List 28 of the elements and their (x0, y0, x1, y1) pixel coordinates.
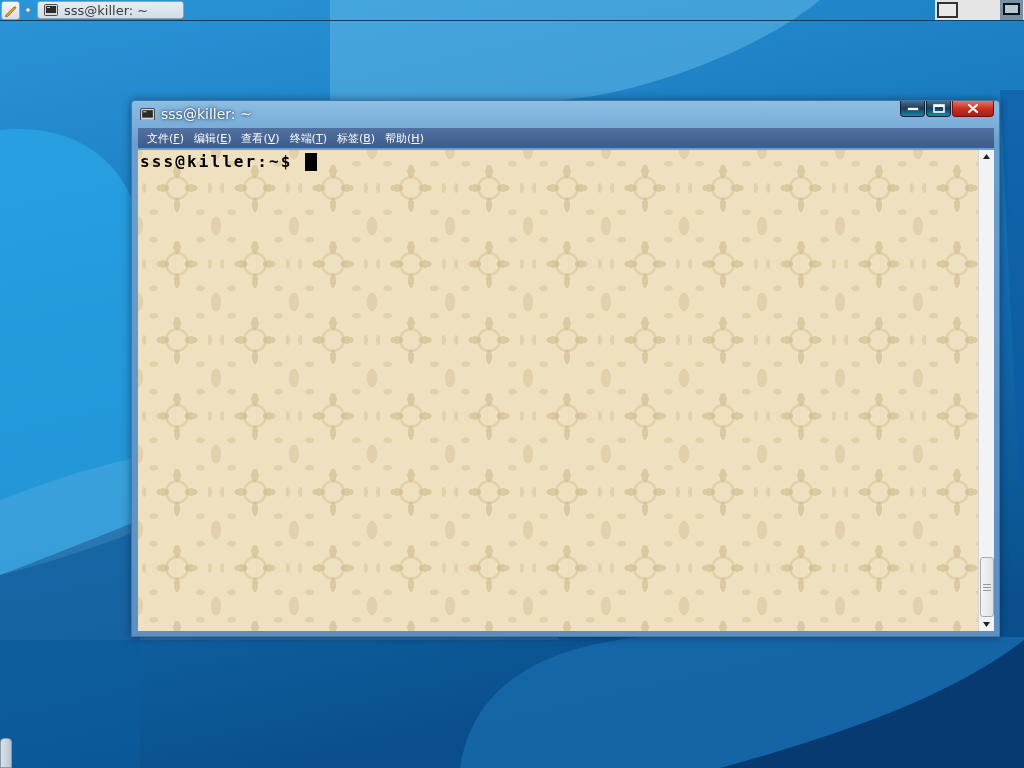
scrollbar[interactable] (978, 150, 994, 631)
pencil-icon (4, 3, 17, 17)
menu-item[interactable]: 编辑(E) (190, 128, 235, 148)
minimize-icon (906, 106, 919, 111)
up-arrow-icon[interactable] (983, 154, 990, 159)
terminal-icon (44, 4, 58, 16)
scrollbar-thumb[interactable] (980, 557, 994, 617)
terminal-icon (140, 107, 155, 121)
menu-item[interactable]: 查看(V) (238, 128, 283, 148)
window-title: sss@killer: ~ (161, 106, 252, 122)
taskbar-button[interactable]: sss@killer: ~ (37, 1, 184, 19)
grip-icon (983, 583, 991, 591)
menu-item[interactable]: 标签(B) (333, 128, 379, 148)
terminal-prompt: sss@killer:~$ (140, 152, 293, 171)
maximize-icon (932, 104, 945, 113)
workspace-button[interactable] (1000, 0, 1023, 20)
dot-icon (25, 7, 31, 13)
menu-item[interactable]: 帮助(H) (382, 128, 427, 148)
text-cursor (304, 152, 317, 171)
minimize-button[interactable] (900, 101, 925, 117)
down-arrow-icon[interactable] (983, 622, 990, 627)
terminal-pane[interactable]: sss@killer:~$ (138, 150, 978, 631)
menu-item[interactable]: 终端(T) (286, 128, 330, 148)
close-button[interactable] (952, 101, 994, 117)
menu-item[interactable]: 文件(F) (144, 128, 187, 148)
close-icon (968, 104, 978, 113)
maximize-button[interactable] (926, 101, 951, 117)
workspace-button[interactable] (937, 2, 958, 18)
